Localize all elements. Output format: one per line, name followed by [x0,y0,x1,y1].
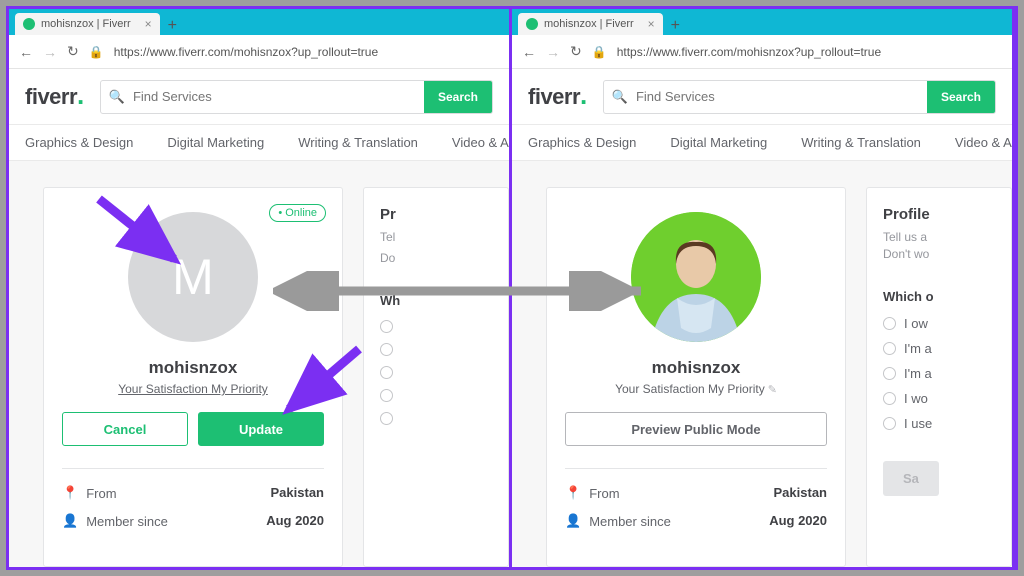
username: mohisnzox [565,358,827,378]
cat-link[interactable]: Video & Animation [955,135,1012,150]
url-text[interactable]: https://www.fiverr.com/mohisnzox?up_roll… [114,45,499,59]
back-button[interactable]: ← [522,44,536,60]
radio-icon [380,412,393,425]
panel-question: Wh [380,293,508,308]
close-tab-icon[interactable]: × [145,17,152,31]
cat-link[interactable]: Graphics & Design [528,135,636,150]
edit-icon[interactable]: ✎ [768,384,777,396]
meta-member: 👤Member since Aug 2020 [62,513,324,529]
back-button[interactable]: ← [19,44,33,60]
search-icon: 🔍 [101,89,133,105]
avatar-photo[interactable] [631,212,761,342]
radio-option[interactable] [380,343,508,356]
refresh-button[interactable]: ↻ [67,43,79,60]
profile-card: mohisnzox Your Satisfaction My Priority✎… [546,187,846,567]
search-wrap: 🔍 Search [603,80,996,114]
radio-option[interactable]: I wo [883,391,1011,406]
radio-icon [380,366,393,379]
save-button[interactable]: Sa [883,461,939,496]
right-pane: mohisnzox | Fiverr × + ← → ↻ 🔒 https://w… [512,9,1015,567]
site-header: fiverr. 🔍 Search [512,69,1012,125]
site-header: fiverr. 🔍 Search [9,69,509,125]
panel-heading: Pr [380,206,508,223]
category-nav: Graphics & Design Digital Marketing Writ… [512,125,1012,161]
left-pane: mohisnzox | Fiverr × + ← → ↻ 🔒 https://w… [9,9,512,567]
cat-link[interactable]: Graphics & Design [25,135,133,150]
panel-question: Which o [883,289,1011,304]
preview-public-button[interactable]: Preview Public Mode [565,412,827,446]
cat-link[interactable]: Writing & Translation [298,135,418,150]
tagline: Your Satisfaction My Priority✎ [565,382,827,396]
refresh-button[interactable]: ↻ [570,43,582,60]
radio-icon [883,317,896,330]
user-icon: 👤 [62,513,78,529]
search-button[interactable]: Search [424,81,492,113]
radio-option[interactable] [380,366,508,379]
cat-link[interactable]: Digital Marketing [167,135,264,150]
tab-strip: mohisnzox | Fiverr × + [512,9,1012,35]
radio-option[interactable]: I ow [883,316,1011,331]
page-body: mohisnzox Your Satisfaction My Priority✎… [512,161,1012,567]
radio-option[interactable] [380,389,508,402]
fiverr-logo[interactable]: fiverr. [528,84,587,110]
lock-icon: 🔒 [89,45,104,59]
radio-option[interactable] [380,320,508,333]
search-button[interactable]: Search [927,81,995,113]
radio-icon [380,389,393,402]
browser-tab[interactable]: mohisnzox | Fiverr × [518,13,663,35]
lock-icon: 🔒 [592,45,607,59]
radio-option[interactable]: I'm a [883,366,1011,381]
category-nav: Graphics & Design Digital Marketing Writ… [9,125,509,161]
meta-member: 👤Member since Aug 2020 [565,513,827,529]
tagline-input[interactable]: Your Satisfaction My Priority [62,382,324,396]
browser-tab[interactable]: mohisnzox | Fiverr × [15,13,160,35]
radio-icon [883,417,896,430]
address-bar: ← → ↻ 🔒 https://www.fiverr.com/mohisnzox… [9,35,509,69]
radio-icon [883,367,896,380]
forward-button[interactable]: → [43,44,57,60]
search-input[interactable] [133,89,424,104]
favicon-icon [526,18,538,30]
radio-icon [380,343,393,356]
location-icon: 📍 [565,485,581,501]
radio-icon [883,392,896,405]
cancel-button[interactable]: Cancel [62,412,188,446]
radio-option[interactable]: I'm a [883,341,1011,356]
radio-icon [380,320,393,333]
page-body: Online M mohisnzox Your Satisfaction My … [9,161,509,567]
url-text[interactable]: https://www.fiverr.com/mohisnzox?up_roll… [617,45,1002,59]
tab-strip: mohisnzox | Fiverr × + [9,9,509,35]
radio-option[interactable]: I use [883,416,1011,431]
radio-option[interactable] [380,412,508,425]
address-bar: ← → ↻ 🔒 https://www.fiverr.com/mohisnzox… [512,35,1012,69]
location-icon: 📍 [62,485,78,501]
username: mohisnzox [62,358,324,378]
meta-from: 📍From Pakistan [565,485,827,501]
cat-link[interactable]: Digital Marketing [670,135,767,150]
tab-title: mohisnzox | Fiverr [544,18,634,30]
avatar-placeholder[interactable]: M [128,212,258,342]
new-tab-button[interactable]: + [663,17,688,35]
favicon-icon [23,18,35,30]
update-button[interactable]: Update [198,412,324,446]
search-icon: 🔍 [604,89,636,105]
radio-icon [883,342,896,355]
profile-card: Online M mohisnzox Your Satisfaction My … [43,187,343,567]
user-icon: 👤 [565,513,581,529]
tab-title: mohisnzox | Fiverr [41,18,131,30]
cat-link[interactable]: Writing & Translation [801,135,921,150]
close-tab-icon[interactable]: × [648,17,655,31]
new-tab-button[interactable]: + [160,17,185,35]
cat-link[interactable]: Video & Animation [452,135,509,150]
side-panel: Profile Tell us aDon't wo Which o I ow I… [866,187,1012,567]
forward-button[interactable]: → [546,44,560,60]
online-badge: Online [269,204,326,222]
panel-heading: Profile [883,206,1011,223]
side-panel: Pr Tel Do Wh [363,187,509,567]
meta-from: 📍From Pakistan [62,485,324,501]
fiverr-logo[interactable]: fiverr. [25,84,84,110]
search-wrap: 🔍 Search [100,80,493,114]
search-input[interactable] [636,89,927,104]
